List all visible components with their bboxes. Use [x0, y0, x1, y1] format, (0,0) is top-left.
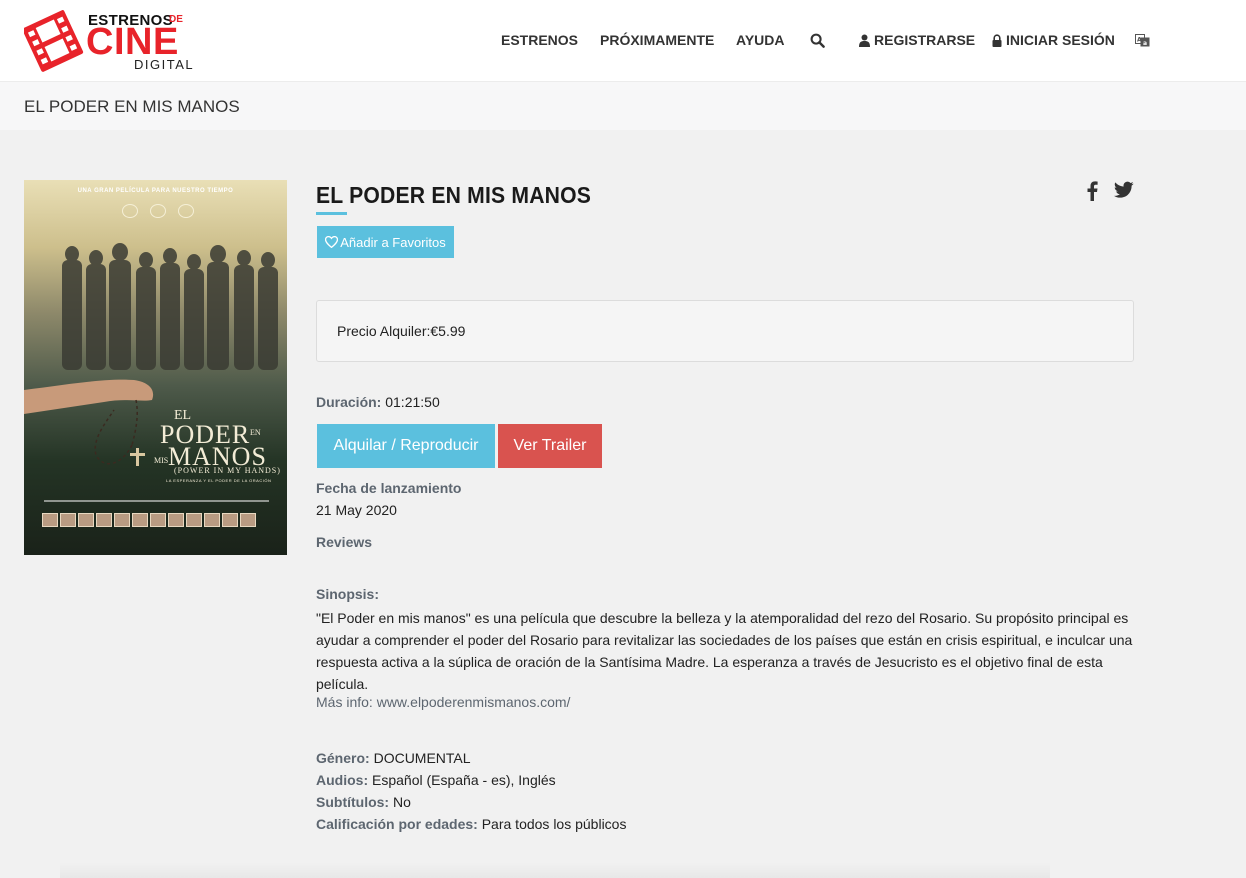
film-reel-logo-icon: [24, 10, 84, 72]
audio-row: Audios: Español (España - es), Inglés: [316, 772, 556, 788]
logo-text-digital: DIGITAL: [134, 57, 195, 72]
poster-title-english: (POWER IN MY HANDS): [174, 466, 281, 475]
cast-face: [186, 513, 202, 527]
genre-value: DOCUMENTAL: [373, 750, 471, 766]
nav-iniciar-sesion[interactable]: INICIAR SESIÓN: [992, 30, 1115, 50]
cast-face: [60, 513, 76, 527]
duration-value: 01:21:50: [385, 394, 440, 410]
audio-value: Español (España - es), Inglés: [372, 772, 556, 788]
heart-icon: [325, 236, 339, 248]
nav-proximamente[interactable]: PRÓXIMAMENTE: [600, 30, 714, 50]
release-date-value: 21 May 2020: [316, 502, 397, 518]
rental-price-label: Precio Alquiler:: [337, 323, 431, 339]
genre-label: Género:: [316, 750, 370, 766]
svg-text:a: a: [1143, 40, 1147, 47]
twitter-icon[interactable]: [1114, 181, 1134, 199]
poster-subtitle: LA ESPERANZA Y EL PODER DE LA ORACIÓN: [166, 478, 272, 483]
synopsis-label-row: Sinopsis:: [316, 586, 379, 602]
add-to-favorites-button[interactable]: Añadir a Favoritos: [317, 226, 454, 258]
release-date-label-row: Fecha de lanzamiento: [316, 480, 461, 496]
cast-face: [78, 513, 94, 527]
rating-label: Calificación por edades:: [316, 816, 478, 832]
cast-face: [132, 513, 148, 527]
cast-face: [150, 513, 166, 527]
synopsis-text: "El Poder en mis manos" es una película …: [316, 610, 1133, 692]
subtitles-label: Subtítulos:: [316, 794, 390, 810]
facebook-icon[interactable]: [1086, 181, 1098, 201]
rental-price-value: €5.99: [430, 323, 466, 339]
breadcrumb: EL PODER EN MIS MANOS: [24, 97, 240, 116]
cast-face: [168, 513, 184, 527]
more-info-row: Más info: www.elpoderenmismanos.com/: [316, 694, 570, 710]
nav-ayuda[interactable]: AYUDA: [736, 30, 785, 50]
nav-registrarse[interactable]: REGISTRARSE: [859, 30, 975, 50]
subtitles-row: Subtítulos: No: [316, 794, 411, 810]
poster-title-mis: MIS: [154, 456, 169, 465]
laurel-icon: [178, 204, 194, 218]
laurel-icon: [150, 204, 166, 218]
duration-label: Duración:: [316, 394, 382, 410]
site-header: ESTRENOS DE CINE DIGITAL ESTRENOS PRÓXIM…: [0, 0, 1246, 81]
more-info-link[interactable]: www.elpoderenmismanos.com/: [377, 694, 571, 710]
cast-face: [96, 513, 112, 527]
breadcrumb-bar: EL PODER EN MIS MANOS: [0, 81, 1246, 130]
poster-cast-faces: [42, 513, 256, 527]
cast-face: [240, 513, 256, 527]
duration-row: Duración: 01:21:50: [316, 394, 440, 410]
rosary-hand-illustration: [24, 379, 154, 466]
nav-language[interactable]: A a: [1135, 30, 1150, 50]
cast-face: [42, 513, 58, 527]
poster-tagline: UNA GRAN PELÍCULA PARA NUESTRO TIEMPO: [77, 188, 234, 194]
site-logo[interactable]: ESTRENOS DE CINE DIGITAL: [24, 6, 194, 76]
cast-face: [114, 513, 130, 527]
footer-shadow: [60, 862, 1050, 878]
lock-icon: [992, 33, 1002, 47]
rent-play-button[interactable]: Alquilar / Reproducir: [317, 424, 495, 468]
search-icon: [810, 33, 825, 48]
nav-iniciar-sesion-label: INICIAR SESIÓN: [1006, 32, 1115, 48]
nav-proximamente-label: PRÓXIMAMENTE: [600, 32, 715, 48]
nav-registrarse-label: REGISTRARSE: [874, 32, 976, 48]
language-icon: A a: [1135, 33, 1150, 47]
rating-row: Calificación por edades: Para todos los …: [316, 816, 626, 832]
rating-value: Para todos los públicos: [481, 816, 627, 832]
release-date-label: Fecha de lanzamiento: [316, 480, 462, 496]
poster-laurels: [122, 204, 194, 218]
reviews-row: Reviews: [316, 534, 372, 550]
rental-price: Precio Alquiler:€5.99: [337, 323, 465, 339]
movie-poster: UNA GRAN PELÍCULA PARA NUESTRO TIEMPO EL…: [24, 180, 287, 555]
synopsis-label: Sinopsis:: [316, 586, 380, 602]
nav-estrenos[interactable]: ESTRENOS: [501, 30, 578, 50]
nav-estrenos-label: ESTRENOS: [501, 32, 579, 48]
cast-face: [222, 513, 238, 527]
rental-price-box: Precio Alquiler:€5.99: [316, 300, 1134, 362]
poster-title-en: EN: [250, 428, 261, 437]
add-to-favorites-label: Añadir a Favoritos: [340, 234, 446, 250]
nav-search[interactable]: [810, 30, 825, 50]
nav-ayuda-label: AYUDA: [736, 32, 785, 48]
user-icon: [859, 34, 870, 47]
laurel-icon: [122, 204, 138, 218]
movie-title: EL PODER EN MIS MANOS: [316, 182, 592, 208]
logo-text-cine: CINE: [86, 21, 179, 63]
poster-credits-bar: [44, 500, 269, 502]
audio-label: Audios:: [316, 772, 369, 788]
svg-text:A: A: [1137, 36, 1142, 43]
reviews-label: Reviews: [316, 534, 373, 550]
subtitles-value: No: [393, 794, 411, 810]
release-date-value-row: 21 May 2020: [316, 502, 397, 518]
watch-trailer-button[interactable]: Ver Trailer: [498, 424, 602, 468]
more-info-label: Más info:: [316, 694, 373, 710]
title-underline: [316, 212, 347, 215]
genre-row: Género: DOCUMENTAL: [316, 750, 471, 766]
cast-face: [204, 513, 220, 527]
